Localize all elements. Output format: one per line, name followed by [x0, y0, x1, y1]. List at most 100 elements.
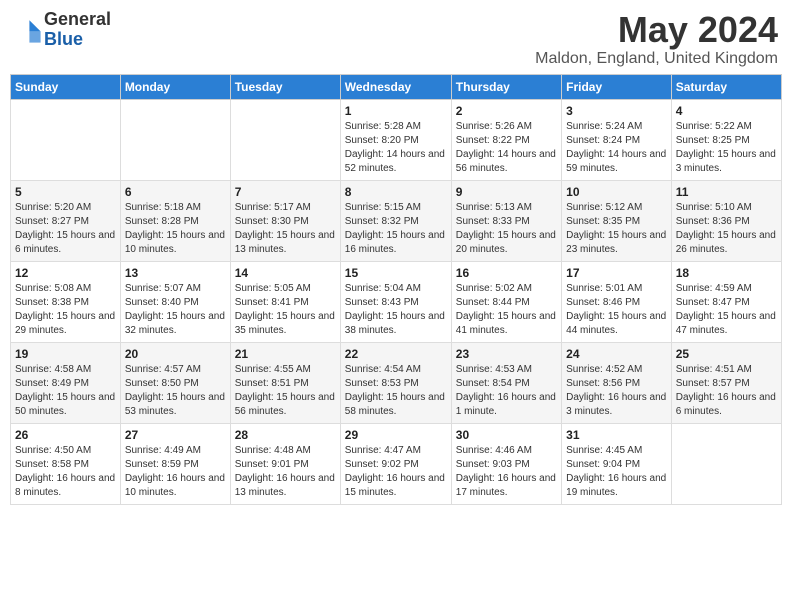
- day-info: Sunrise: 4:45 AMSunset: 9:04 PMDaylight:…: [566, 444, 667, 500]
- day-info: Sunrise: 5:17 AMSunset: 8:30 PMDaylight:…: [235, 201, 336, 257]
- day-info: Sunrise: 5:20 AMSunset: 8:27 PMDaylight:…: [15, 201, 116, 257]
- day-number: 20: [125, 347, 226, 361]
- calendar-cell: 19 Sunrise: 4:58 AMSunset: 8:49 PMDayligh…: [11, 342, 121, 423]
- day-info: Sunrise: 4:59 AMSunset: 8:47 PMDaylight:…: [676, 282, 777, 338]
- calendar-cell: 4 Sunrise: 5:22 AMSunset: 8:25 PMDaylight…: [671, 99, 781, 180]
- day-number: 24: [566, 347, 667, 361]
- day-info: Sunrise: 4:50 AMSunset: 8:58 PMDaylight:…: [15, 444, 116, 500]
- day-info: Sunrise: 4:46 AMSunset: 9:03 PMDaylight:…: [456, 444, 557, 500]
- title-block: May 2024 Maldon, England, United Kingdom: [535, 10, 778, 68]
- day-info: Sunrise: 4:48 AMSunset: 9:01 PMDaylight:…: [235, 444, 336, 500]
- day-info: Sunrise: 4:58 AMSunset: 8:49 PMDaylight:…: [15, 363, 116, 419]
- day-info: Sunrise: 5:15 AMSunset: 8:32 PMDaylight:…: [345, 201, 447, 257]
- logo-general-text: General: [44, 10, 111, 30]
- weekday-thursday: Thursday: [451, 74, 561, 99]
- calendar-cell: 17 Sunrise: 5:01 AMSunset: 8:46 PMDayligh…: [562, 261, 672, 342]
- calendar-cell: 10 Sunrise: 5:12 AMSunset: 8:35 PMDayligh…: [562, 180, 672, 261]
- day-number: 11: [676, 185, 777, 199]
- day-number: 19: [15, 347, 116, 361]
- day-number: 15: [345, 266, 447, 280]
- calendar-cell: 29 Sunrise: 4:47 AMSunset: 9:02 PMDayligh…: [340, 423, 451, 504]
- day-number: 1: [345, 104, 447, 118]
- calendar-cell: 9 Sunrise: 5:13 AMSunset: 8:33 PMDaylight…: [451, 180, 561, 261]
- logo-text: General Blue: [44, 10, 111, 50]
- day-number: 8: [345, 185, 447, 199]
- day-info: Sunrise: 4:54 AMSunset: 8:53 PMDaylight:…: [345, 363, 447, 419]
- day-number: 13: [125, 266, 226, 280]
- day-number: 22: [345, 347, 447, 361]
- calendar-cell: 14 Sunrise: 5:05 AMSunset: 8:41 PMDayligh…: [230, 261, 340, 342]
- week-row-3: 12 Sunrise: 5:08 AMSunset: 8:38 PMDayligh…: [11, 261, 782, 342]
- day-number: 27: [125, 428, 226, 442]
- day-number: 6: [125, 185, 226, 199]
- day-number: 9: [456, 185, 557, 199]
- weekday-tuesday: Tuesday: [230, 74, 340, 99]
- day-info: Sunrise: 5:08 AMSunset: 8:38 PMDaylight:…: [15, 282, 116, 338]
- calendar-cell: 6Sunrise: 5:18 AMSunset: 8:28 PMDaylight…: [120, 180, 230, 261]
- day-info: Sunrise: 5:02 AMSunset: 8:44 PMDaylight:…: [456, 282, 557, 338]
- day-info: Sunrise: 5:24 AMSunset: 8:24 PMDaylight:…: [566, 120, 667, 176]
- calendar-cell: 16 Sunrise: 5:02 AMSunset: 8:44 PMDayligh…: [451, 261, 561, 342]
- calendar-cell: 20 Sunrise: 4:57 AMSunset: 8:50 PMDayligh…: [120, 342, 230, 423]
- calendar-cell: [11, 99, 121, 180]
- weekday-saturday: Saturday: [671, 74, 781, 99]
- calendar-cell: 23 Sunrise: 4:53 AMSunset: 8:54 PMDayligh…: [451, 342, 561, 423]
- day-info: Sunrise: 5:05 AMSunset: 8:41 PMDaylight:…: [235, 282, 336, 338]
- day-number: 26: [15, 428, 116, 442]
- day-info: Sunrise: 4:52 AMSunset: 8:56 PMDaylight:…: [566, 363, 667, 419]
- logo-blue-text: Blue: [44, 30, 111, 50]
- month-title: May 2024: [535, 10, 778, 50]
- day-info: Sunrise: 4:49 AMSunset: 8:59 PMDaylight:…: [125, 444, 226, 500]
- day-number: 14: [235, 266, 336, 280]
- calendar-cell: 2Sunrise: 5:26 AMSunset: 8:22 PMDaylight…: [451, 99, 561, 180]
- day-info: Sunrise: 5:04 AMSunset: 8:43 PMDaylight:…: [345, 282, 447, 338]
- day-number: 25: [676, 347, 777, 361]
- calendar-cell: 7 Sunrise: 5:17 AMSunset: 8:30 PMDaylight…: [230, 180, 340, 261]
- day-info: Sunrise: 4:57 AMSunset: 8:50 PMDaylight:…: [125, 363, 226, 419]
- weekday-wednesday: Wednesday: [340, 74, 451, 99]
- day-info: Sunrise: 4:53 AMSunset: 8:54 PMDaylight:…: [456, 363, 557, 419]
- calendar-body: 1 Sunrise: 5:28 AMSunset: 8:20 PMDaylight…: [11, 99, 782, 504]
- calendar-cell: 12 Sunrise: 5:08 AMSunset: 8:38 PMDayligh…: [11, 261, 121, 342]
- day-number: 28: [235, 428, 336, 442]
- day-number: 3: [566, 104, 667, 118]
- day-number: 21: [235, 347, 336, 361]
- calendar-table: SundayMondayTuesdayWednesdayThursdayFrid…: [10, 74, 782, 505]
- day-number: 16: [456, 266, 557, 280]
- day-number: 29: [345, 428, 447, 442]
- day-info: Sunrise: 5:28 AMSunset: 8:20 PMDaylight:…: [345, 120, 447, 176]
- weekday-friday: Friday: [562, 74, 672, 99]
- calendar-cell: [120, 99, 230, 180]
- day-info: Sunrise: 5:07 AMSunset: 8:40 PMDaylight:…: [125, 282, 226, 338]
- day-number: 30: [456, 428, 557, 442]
- logo: General Blue: [14, 10, 111, 50]
- location: Maldon, England, United Kingdom: [535, 50, 778, 68]
- calendar-cell: 13 Sunrise: 5:07 AMSunset: 8:40 PMDayligh…: [120, 261, 230, 342]
- day-number: 4: [676, 104, 777, 118]
- calendar-cell: 28 Sunrise: 4:48 AMSunset: 9:01 PMDayligh…: [230, 423, 340, 504]
- weekday-sunday: Sunday: [11, 74, 121, 99]
- calendar-cell: [230, 99, 340, 180]
- day-number: 23: [456, 347, 557, 361]
- calendar-cell: 26 Sunrise: 4:50 AMSunset: 8:58 PMDayligh…: [11, 423, 121, 504]
- day-info: Sunrise: 5:12 AMSunset: 8:35 PMDaylight:…: [566, 201, 667, 257]
- page-header: General Blue May 2024 Maldon, England, U…: [10, 10, 782, 68]
- calendar-cell: 11 Sunrise: 5:10 AMSunset: 8:36 PMDayligh…: [671, 180, 781, 261]
- day-info: Sunrise: 5:22 AMSunset: 8:25 PMDaylight:…: [676, 120, 777, 176]
- day-info: Sunrise: 4:55 AMSunset: 8:51 PMDaylight:…: [235, 363, 336, 419]
- day-info: Sunrise: 5:13 AMSunset: 8:33 PMDaylight:…: [456, 201, 557, 257]
- calendar-cell: 22 Sunrise: 4:54 AMSunset: 8:53 PMDayligh…: [340, 342, 451, 423]
- week-row-4: 19 Sunrise: 4:58 AMSunset: 8:49 PMDayligh…: [11, 342, 782, 423]
- day-number: 7: [235, 185, 336, 199]
- day-number: 12: [15, 266, 116, 280]
- calendar-cell: [671, 423, 781, 504]
- day-info: Sunrise: 5:01 AMSunset: 8:46 PMDaylight:…: [566, 282, 667, 338]
- weekday-row: SundayMondayTuesdayWednesdayThursdayFrid…: [11, 74, 782, 99]
- calendar-cell: 21 Sunrise: 4:55 AMSunset: 8:51 PMDayligh…: [230, 342, 340, 423]
- day-info: Sunrise: 4:47 AMSunset: 9:02 PMDaylight:…: [345, 444, 447, 500]
- day-number: 10: [566, 185, 667, 199]
- calendar-cell: 27 Sunrise: 4:49 AMSunset: 8:59 PMDayligh…: [120, 423, 230, 504]
- day-info: Sunrise: 5:10 AMSunset: 8:36 PMDaylight:…: [676, 201, 777, 257]
- day-number: 5: [15, 185, 116, 199]
- day-number: 17: [566, 266, 667, 280]
